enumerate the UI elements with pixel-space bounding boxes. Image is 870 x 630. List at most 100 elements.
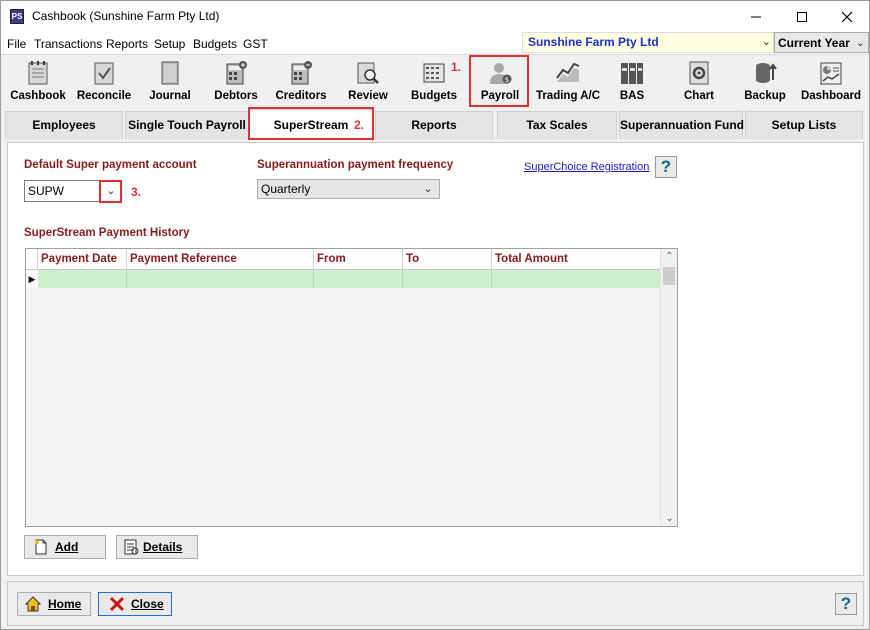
col-payment-reference[interactable]: Payment Reference (127, 249, 314, 270)
details-icon (124, 539, 139, 555)
table-row[interactable] (26, 270, 660, 288)
maximize-icon (797, 12, 807, 23)
row-indicator-header (26, 249, 38, 270)
tab-single-touch-payroll[interactable]: Single Touch Payroll (125, 111, 249, 139)
history-title: SuperStream Payment History (24, 227, 190, 239)
toolbar-trading-button[interactable]: Trading A/C (532, 55, 604, 107)
close-icon (841, 11, 853, 23)
tab-tax-scales[interactable]: Tax Scales (497, 111, 617, 139)
grid-header: Payment Date Payment Reference From To T… (26, 249, 660, 270)
tab-setup-lists[interactable]: Setup Lists (745, 111, 863, 139)
frequency-label: Superannuation payment frequency (257, 159, 454, 171)
col-from[interactable]: From (314, 249, 403, 270)
maximize-button[interactable] (779, 1, 825, 32)
col-to[interactable]: To (403, 249, 492, 270)
cell-payment-date[interactable] (38, 270, 127, 288)
checklist-icon (94, 62, 114, 85)
gear-document-icon (689, 61, 709, 85)
add-button[interactable]: Add (24, 535, 106, 559)
minimize-button[interactable] (733, 1, 779, 32)
menu-reports[interactable]: Reports (106, 37, 148, 51)
database-arrow-icon (756, 63, 777, 83)
payroll-highlight-box (469, 55, 529, 107)
step-2-label: 2. (354, 118, 365, 132)
tab-bar: Employees Single Touch Payroll SuperStre… (1, 107, 869, 142)
home-icon (25, 596, 41, 612)
toolbar-label: Trading A/C (535, 90, 601, 102)
chevron-down-icon: ⌄ (761, 36, 771, 48)
help-icon: ? (660, 157, 672, 176)
frequency-value: Quarterly (261, 182, 311, 196)
help-icon: ? (840, 594, 852, 613)
toolbar-label: Dashboard (800, 90, 862, 102)
toolbar-bas-button[interactable]: BAS (605, 55, 659, 107)
details-button-label: Details (143, 540, 183, 554)
scroll-thumb[interactable] (663, 267, 675, 285)
default-super-value: SUPW (28, 184, 64, 198)
window-title: Cashbook (Sunshine Farm Pty Ltd) (32, 9, 220, 23)
toolbar-reconcile-button[interactable]: Reconcile (73, 55, 135, 107)
toolbar-cashbook-button[interactable]: Cashbook (7, 55, 69, 107)
tab-employees[interactable]: Employees (5, 111, 123, 139)
toolbar-label: BAS (619, 90, 645, 102)
grid-scrollbar[interactable]: ⌃ ⌄ (660, 249, 677, 526)
home-button[interactable]: Home (17, 592, 91, 616)
row-pointer-icon: ▶ (26, 270, 38, 288)
toolbar-dashboard-button[interactable]: Dashboard (799, 55, 863, 107)
dashboard-icon (820, 62, 842, 85)
menu-budgets[interactable]: Budgets (193, 37, 237, 51)
chevron-down-icon: ⌄ (423, 183, 433, 195)
menu-file[interactable]: File (7, 37, 26, 51)
close-button-label: Close (131, 597, 164, 611)
close-button[interactable]: Close (98, 592, 172, 616)
toolbar-label: Reconcile (76, 90, 132, 102)
footer-bar: Home Close ? (7, 581, 864, 626)
toolbar-review-button[interactable]: Review (337, 55, 399, 107)
help-button[interactable]: ? (655, 156, 677, 178)
tab-superannuation-fund[interactable]: Superannuation Fund (619, 111, 744, 139)
notepad-icon (28, 61, 48, 85)
col-payment-date[interactable]: Payment Date (38, 249, 127, 270)
frequency-select[interactable]: Quarterly ⌄ (257, 179, 440, 199)
menu-transactions[interactable]: Transactions (34, 37, 102, 51)
minimize-icon (751, 16, 761, 18)
step-1-label: 1. (451, 60, 462, 74)
toolbar: Cashbook Reconcile Journal Debtors Credi… (1, 54, 869, 106)
grid-icon (423, 63, 445, 83)
toolbar-label: Chart (683, 90, 715, 102)
cell-to[interactable] (403, 270, 492, 288)
toolbar-label: Cashbook (10, 90, 66, 102)
cell-from[interactable] (314, 270, 403, 288)
toolbar-chart-button[interactable]: Chart (667, 55, 731, 107)
year-select[interactable]: Current Year ⌄ (774, 32, 869, 53)
company-name: Sunshine Farm Pty Ltd (528, 35, 659, 49)
company-selector[interactable]: Sunshine Farm Pty Ltd ⌄ (522, 32, 774, 53)
cell-payment-reference[interactable] (127, 270, 314, 288)
toolbar-label: Backup (744, 90, 786, 102)
superchoice-registration-link[interactable]: SuperChoice Registration (524, 161, 649, 173)
dropdown-highlight-box (99, 180, 122, 203)
scroll-down-icon[interactable]: ⌄ (661, 513, 678, 524)
year-value: Current Year (778, 36, 850, 50)
footer-help-button[interactable]: ? (835, 593, 857, 615)
superstream-panel: Default Super payment account SUPW ⌄ 3. … (7, 142, 864, 576)
toolbar-debtors-button[interactable]: Debtors (205, 55, 267, 107)
app-icon: PS (10, 9, 24, 24)
magnifier-icon (357, 62, 379, 84)
toolbar-journal-button[interactable]: Journal (139, 55, 201, 107)
details-button[interactable]: Details (116, 535, 198, 559)
toolbar-label: Budgets (411, 90, 457, 102)
tab-reports[interactable]: Reports (375, 111, 493, 139)
toolbar-backup-button[interactable]: Backup (737, 55, 793, 107)
toolbar-creditors-button[interactable]: Creditors (269, 55, 333, 107)
cell-total-amount[interactable] (492, 270, 660, 288)
scroll-up-icon[interactable]: ⌃ (661, 251, 678, 262)
menu-gst[interactable]: GST (243, 37, 268, 51)
close-window-button[interactable] (824, 1, 870, 32)
menu-setup[interactable]: Setup (154, 37, 185, 51)
col-total-amount[interactable]: Total Amount (492, 249, 660, 270)
default-super-label: Default Super payment account (24, 159, 197, 171)
toolbar-label: Review (348, 90, 388, 102)
calculator-minus-icon (291, 61, 312, 85)
toolbar-label: Journal (149, 90, 191, 102)
